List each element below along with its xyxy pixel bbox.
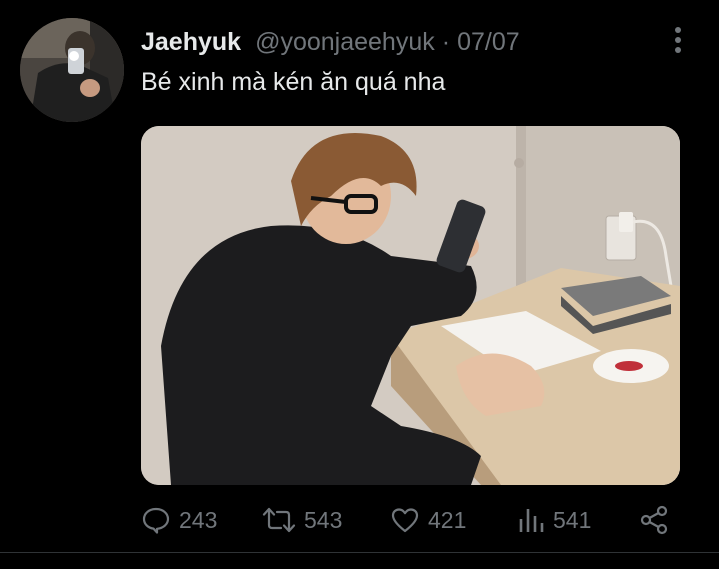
share-icon <box>639 505 669 535</box>
avatar[interactable] <box>20 18 124 122</box>
more-vertical-icon <box>675 27 681 53</box>
reply-button[interactable]: 243 <box>141 500 217 540</box>
like-count: 421 <box>428 506 467 533</box>
retweet-count: 543 <box>304 506 343 533</box>
tweet-text: Bé xinh mà kén ăn quá nha <box>141 68 446 96</box>
tweet[interactable]: Jaehyuk @yoonjaeehyuk · 07/07 Bé xinh mà… <box>0 0 719 569</box>
reply-icon <box>141 505 171 535</box>
more-button[interactable] <box>664 24 692 56</box>
user-handle[interactable]: @yoonjaeehyuk <box>255 28 435 57</box>
reply-count: 243 <box>179 506 218 533</box>
tweet-photo[interactable] <box>141 126 680 485</box>
retweet-button[interactable]: 543 <box>262 500 342 540</box>
views-button[interactable]: 541 <box>517 500 591 540</box>
display-name[interactable]: Jaehyuk <box>141 28 241 57</box>
photo-illustration <box>141 126 680 485</box>
views-icon <box>517 505 545 535</box>
heart-icon <box>390 505 420 535</box>
avatar-image <box>20 18 124 122</box>
action-bar: 243 543 421 541 <box>141 500 681 540</box>
retweet-icon <box>262 505 296 535</box>
share-button[interactable] <box>639 500 669 540</box>
tweet-header: Jaehyuk @yoonjaeehyuk · 07/07 <box>141 26 520 58</box>
separator-dot: · <box>441 27 451 56</box>
like-button[interactable]: 421 <box>390 500 466 540</box>
tweet-divider <box>0 552 719 553</box>
tweet-date[interactable]: 07/07 <box>457 28 520 57</box>
views-count: 541 <box>553 506 592 533</box>
